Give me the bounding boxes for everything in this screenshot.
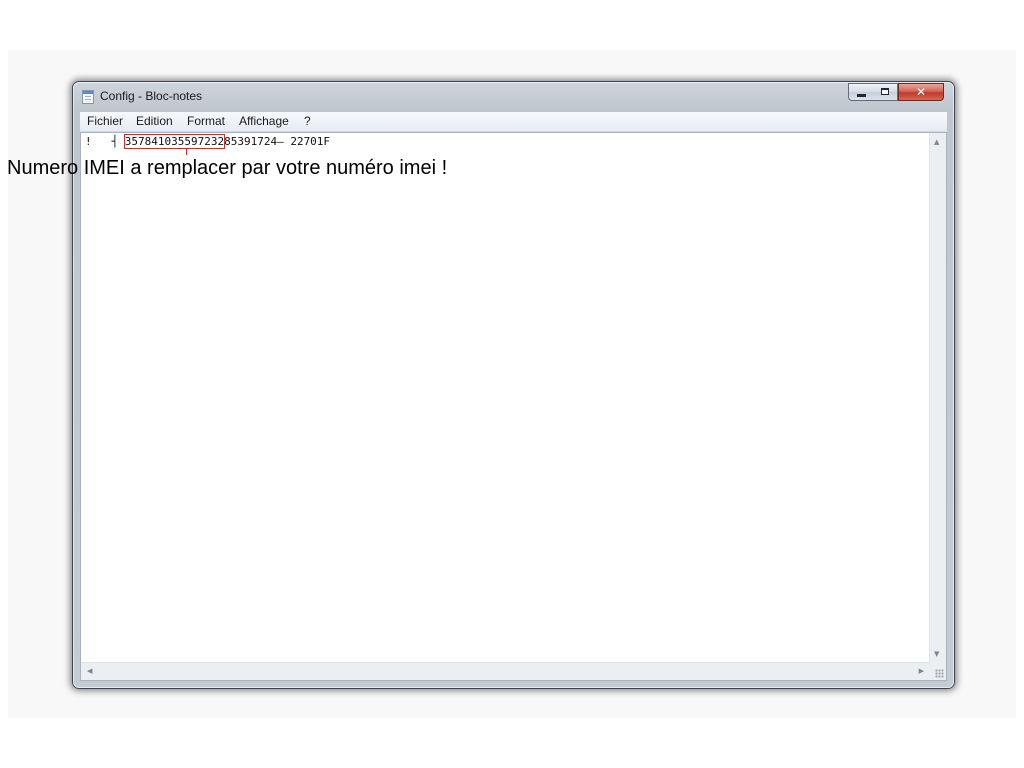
minimize-button[interactable]	[848, 83, 874, 101]
scroll-right-icon[interactable]: ▶	[919, 667, 924, 675]
highlight-marker	[186, 149, 187, 155]
scroll-down-icon[interactable]: ▼	[934, 650, 939, 658]
resize-grip[interactable]	[930, 663, 946, 680]
window-title: Config - Bloc-notes	[100, 89, 203, 103]
grip-icon	[935, 669, 944, 678]
close-button[interactable]: ✕	[898, 83, 944, 101]
menu-edition[interactable]: Edition	[136, 114, 173, 128]
vertical-scrollbar[interactable]: ▲ ▼	[929, 133, 946, 663]
menu-affichage[interactable]: Affichage	[239, 114, 289, 128]
close-icon: ✕	[915, 85, 927, 99]
menu-bar: Fichier Edition Format Affichage ?	[80, 112, 947, 132]
maximize-icon	[881, 88, 889, 95]
text-suffix: 85391724– 22701F	[224, 135, 331, 148]
maximize-button[interactable]	[873, 83, 898, 101]
document-text[interactable]: ! ┤ 35784103559723285391724– 22701F	[85, 134, 331, 149]
menu-help[interactable]: ?	[304, 114, 311, 128]
menu-format[interactable]: Format	[187, 114, 225, 128]
title-bar[interactable]: Config - Bloc-notes ✕	[73, 82, 954, 111]
scroll-left-icon[interactable]: ◀	[87, 667, 92, 675]
scroll-up-icon[interactable]: ▲	[934, 138, 939, 146]
annotation-caption: Numero IMEI a remplacer par votre numéro…	[7, 157, 448, 179]
minimize-icon	[857, 94, 866, 97]
horizontal-scrollbar[interactable]: ◀ ▶	[81, 662, 930, 680]
text-editor[interactable]: ! ┤ 35784103559723285391724– 22701F ▲ ▼ …	[80, 132, 947, 681]
text-prefix: ! ┤	[85, 135, 125, 148]
notepad-icon[interactable]	[82, 90, 94, 104]
imei-value: 357841035597232	[123, 134, 226, 149]
menu-fichier[interactable]: Fichier	[87, 114, 123, 128]
